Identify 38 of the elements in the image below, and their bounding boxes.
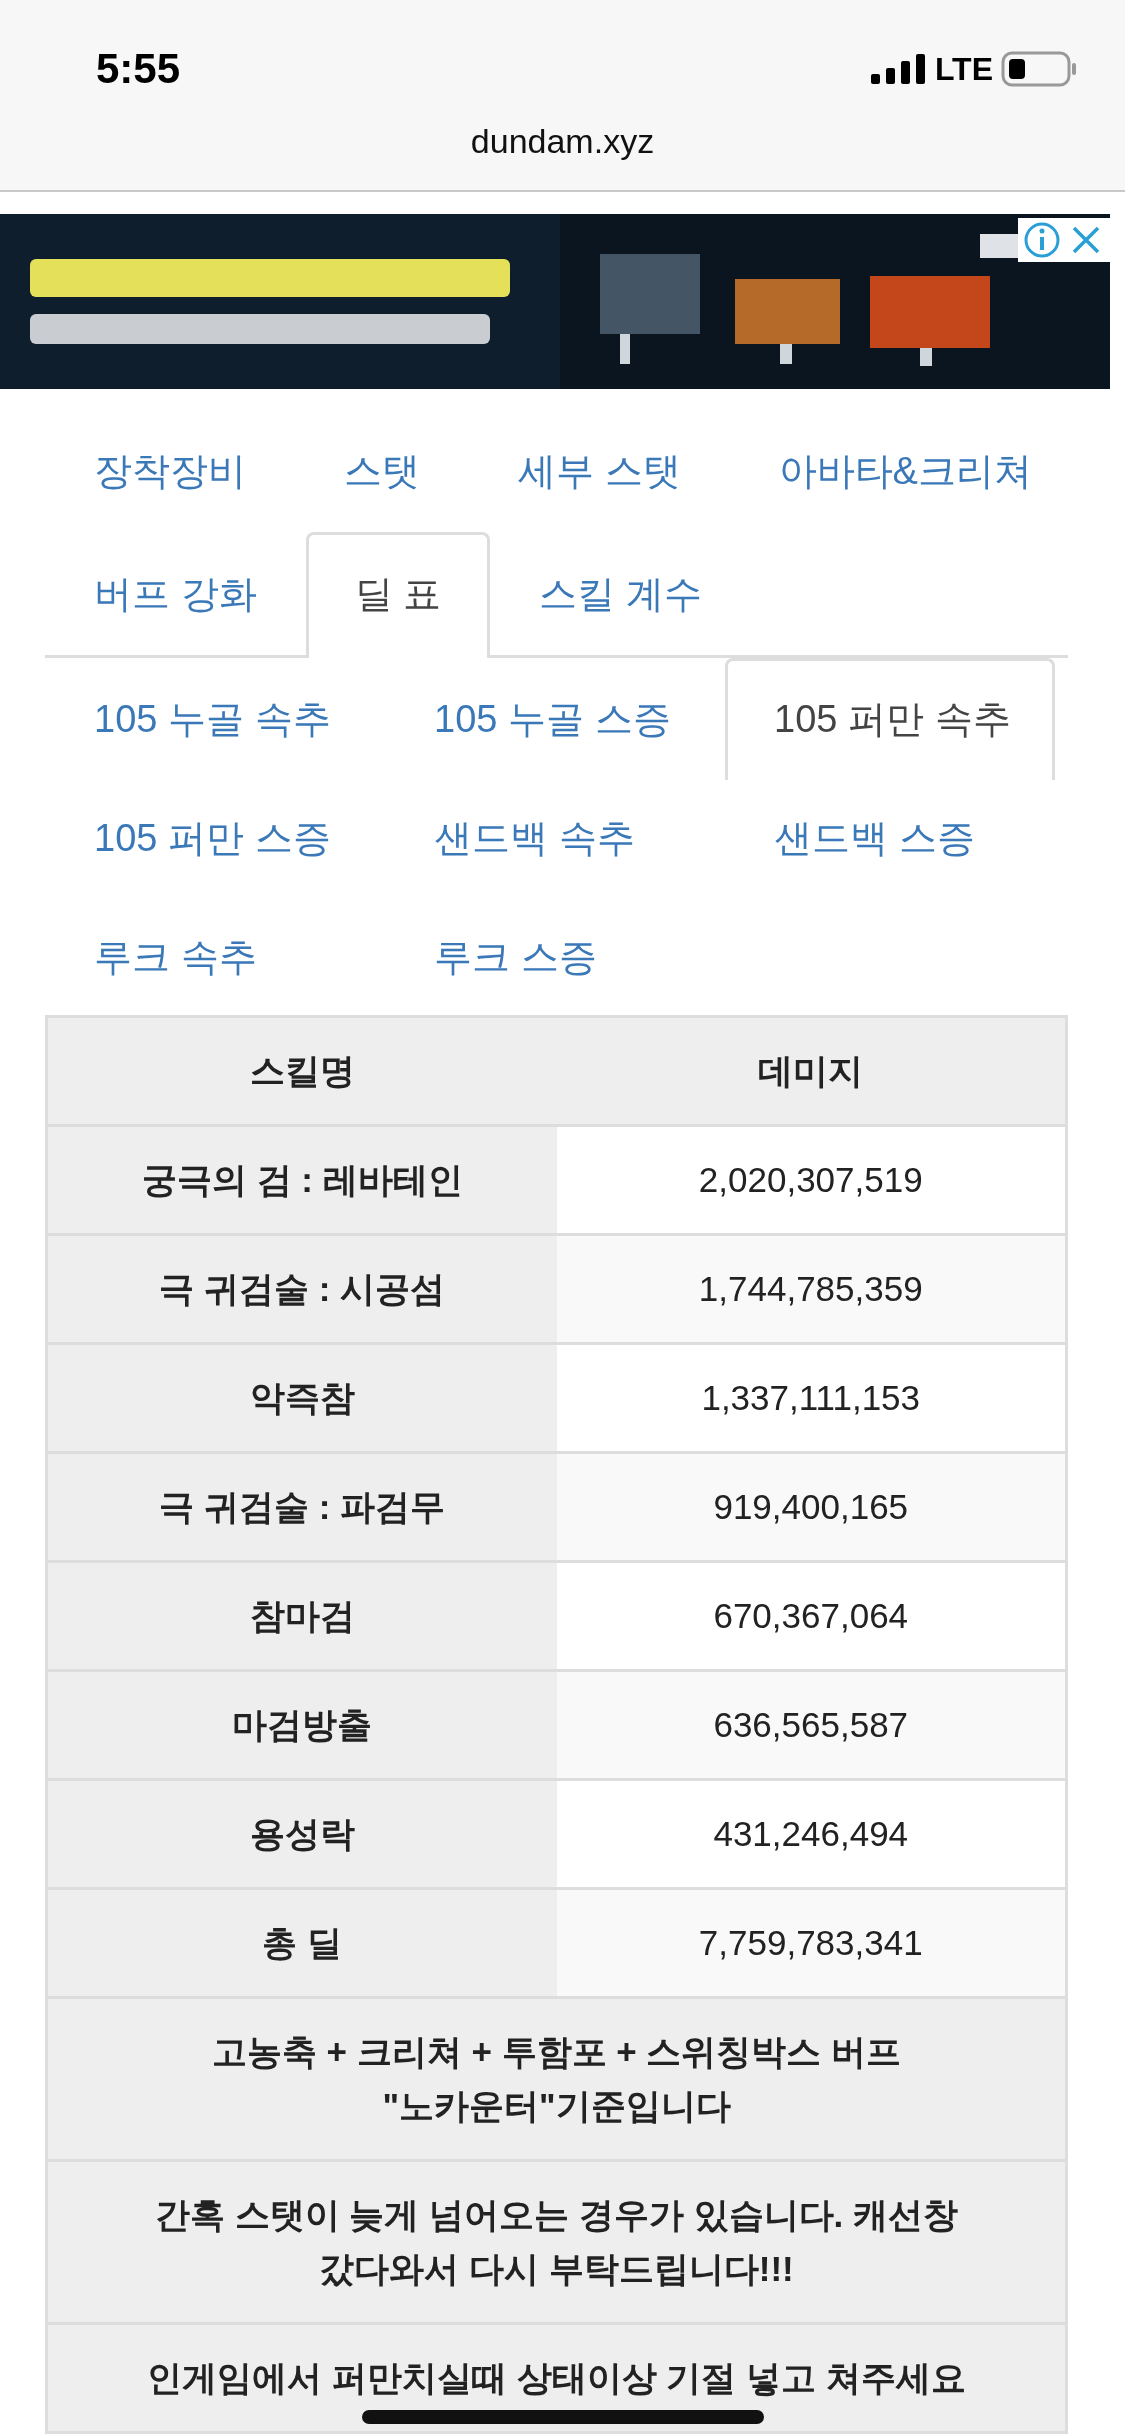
battery-icon bbox=[1001, 51, 1077, 87]
table-cell: 1,744,785,359 bbox=[556, 1236, 1065, 1342]
table-cell: 636,565,587 bbox=[556, 1672, 1065, 1778]
tab[interactable]: 루크 속추 bbox=[45, 896, 385, 1015]
note-text: 간혹 스탯이 늦게 넘어오는 경우가 있습니다. 캐선창 갔다와서 다시 부탁드립니다!!! bbox=[48, 2162, 1065, 2325]
table-cell: 극 귀검술 : 파검무 bbox=[48, 1454, 557, 1560]
note-text: 고농축 + 크리쳐 + 투함포 + 스위칭박스 버프 "노카운터"기준입니다 bbox=[48, 1999, 1065, 2162]
tab[interactable]: 스킬 계수 bbox=[490, 532, 751, 655]
table-cell: 용성락 bbox=[48, 1781, 557, 1887]
tab[interactable]: 아바타&크리쳐 bbox=[729, 409, 1065, 532]
table-cell: 마검방출 bbox=[48, 1672, 557, 1778]
table-cell: 참마검 bbox=[48, 1563, 557, 1669]
column-header: 스킬명 bbox=[48, 1018, 557, 1124]
table-cell: 악즉참 bbox=[48, 1345, 557, 1451]
table-cell: 총 딜 bbox=[48, 1890, 557, 1996]
tab[interactable]: 105 퍼만 속추 bbox=[725, 658, 1055, 780]
table-cell: 7,759,783,341 bbox=[556, 1890, 1065, 1996]
network-label: LTE bbox=[934, 50, 993, 88]
url-label[interactable]: dundam.xyz bbox=[0, 122, 1125, 161]
note-text: 인게임에서 퍼만치실때 상태이상 기절 넣고 쳐주세요 bbox=[48, 2325, 1065, 2434]
status-time: 5:55 bbox=[96, 45, 181, 93]
table-cell: 궁극의 검 : 레바테인 bbox=[48, 1127, 557, 1233]
tab[interactable]: 샌드백 속추 bbox=[385, 777, 725, 896]
table-cell: 919,400,165 bbox=[556, 1454, 1065, 1560]
tab[interactable]: 루크 스증 bbox=[385, 896, 725, 1015]
tab[interactable]: 스탯 bbox=[295, 409, 469, 532]
info-icon[interactable] bbox=[1022, 220, 1062, 260]
tab[interactable]: 105 누골 속추 bbox=[45, 658, 385, 777]
table-cell: 극 귀검술 : 시공섬 bbox=[48, 1236, 557, 1342]
tab[interactable]: 105 누골 스증 bbox=[385, 658, 725, 777]
column-header: 데미지 bbox=[556, 1018, 1065, 1124]
tab[interactable]: 샌드백 스증 bbox=[725, 777, 1065, 896]
signal-icon bbox=[870, 54, 927, 84]
tab[interactable]: 장착장비 bbox=[45, 409, 295, 532]
tab[interactable]: 세부 스탯 bbox=[469, 409, 730, 532]
tab[interactable]: 105 퍼만 스증 bbox=[45, 777, 385, 896]
tab[interactable]: 딜 표 bbox=[305, 532, 491, 658]
tab[interactable]: 버프 강화 bbox=[45, 532, 306, 655]
